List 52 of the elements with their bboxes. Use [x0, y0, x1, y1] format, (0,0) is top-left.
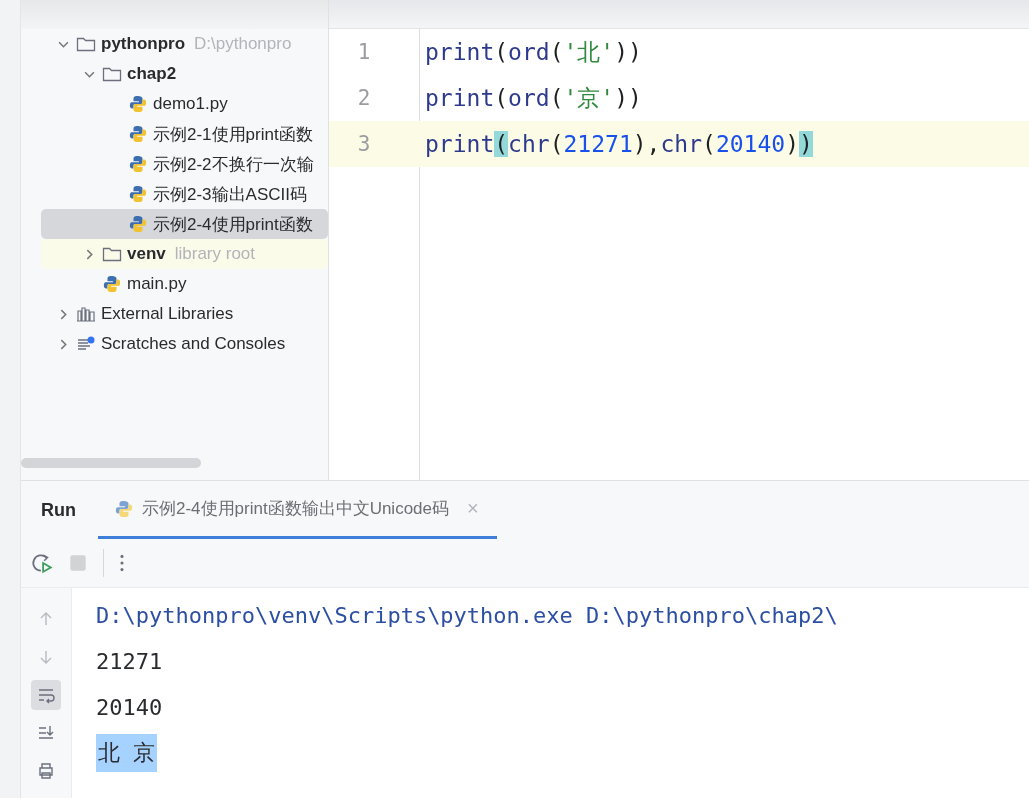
tree-item[interactable]: 示例2-2不换行一次输 [41, 149, 328, 179]
tree-item-hint: D:\pythonpro [194, 34, 292, 54]
tree-item[interactable]: demo1.py [41, 89, 328, 119]
soft-wrap-icon[interactable] [31, 680, 61, 710]
tree-item-label: pythonpro [101, 34, 186, 54]
tree-item-label: Scratches and Consoles [101, 334, 286, 354]
code-line: print(chr(21271),chr(20140)) [425, 131, 813, 157]
python-file-icon [128, 215, 148, 233]
tree-item[interactable]: pythonpro D:\pythonpro [41, 29, 328, 59]
tree-item[interactable]: 示例2-1使用print函数 [41, 119, 328, 149]
tree-item[interactable]: External Libraries [41, 299, 328, 329]
tree-item-label: venv [127, 244, 166, 264]
python-file-icon [128, 125, 148, 143]
code-line: print(ord('北')) [425, 37, 642, 67]
run-tab-label: 示例2-4使用print函数输出中文Unicode码 [142, 498, 449, 520]
line-number: 2 [356, 86, 372, 110]
horizontal-scrollbar[interactable] [21, 458, 201, 468]
tree-item[interactable]: main.py [41, 269, 328, 299]
python-file-icon [102, 275, 122, 293]
more-icon[interactable] [118, 552, 126, 574]
rerun-icon[interactable] [31, 552, 53, 574]
tree-item-label: main.py [127, 274, 187, 294]
tree-item-label: 示例2-2不换行一次输 [153, 153, 314, 176]
tree-item-label: 示例2-3输出ASCII码 [153, 183, 307, 206]
console-line: 21271 [96, 648, 163, 674]
python-file-icon [128, 95, 148, 113]
line-number: 1 [356, 40, 372, 64]
tree-item-label: 示例2-1使用print函数 [153, 123, 313, 146]
python-file-icon [128, 155, 148, 173]
folder-icon [102, 65, 122, 83]
line-number: 3 [356, 132, 372, 156]
code-line: print(ord('京')) [425, 83, 642, 113]
console-line: 20140 [96, 694, 163, 720]
tree-item-label: External Libraries [101, 304, 234, 324]
scratches-icon [76, 335, 96, 353]
folder-icon [102, 245, 122, 263]
run-tab[interactable]: 示例2-4使用print函数输出中文Unicode码 × [98, 481, 497, 539]
tree-item-label: chap2 [127, 64, 177, 84]
folder-icon [76, 35, 96, 53]
tree-item[interactable]: chap2 [41, 59, 328, 89]
tree-item-label: demo1.py [153, 94, 228, 114]
python-file-icon [114, 499, 134, 518]
tree-item[interactable]: venv library root [41, 239, 328, 269]
console-line: D:\pythonpro\venv\Scripts\python.exe D:\pythonpro\chap2\ [96, 602, 838, 628]
run-panel-title: Run [41, 499, 76, 521]
tree-item-label: 示例2-4使用print函数 [153, 213, 313, 236]
tree-item-hint: library root [174, 244, 256, 264]
tree-item[interactable]: 示例2-3输出ASCII码 [41, 179, 328, 209]
tree-item[interactable]: 示例2-4使用print函数 [41, 209, 328, 239]
tree-item[interactable]: Scratches and Consoles [41, 329, 328, 359]
python-file-icon [128, 185, 148, 203]
library-icon [76, 305, 96, 323]
